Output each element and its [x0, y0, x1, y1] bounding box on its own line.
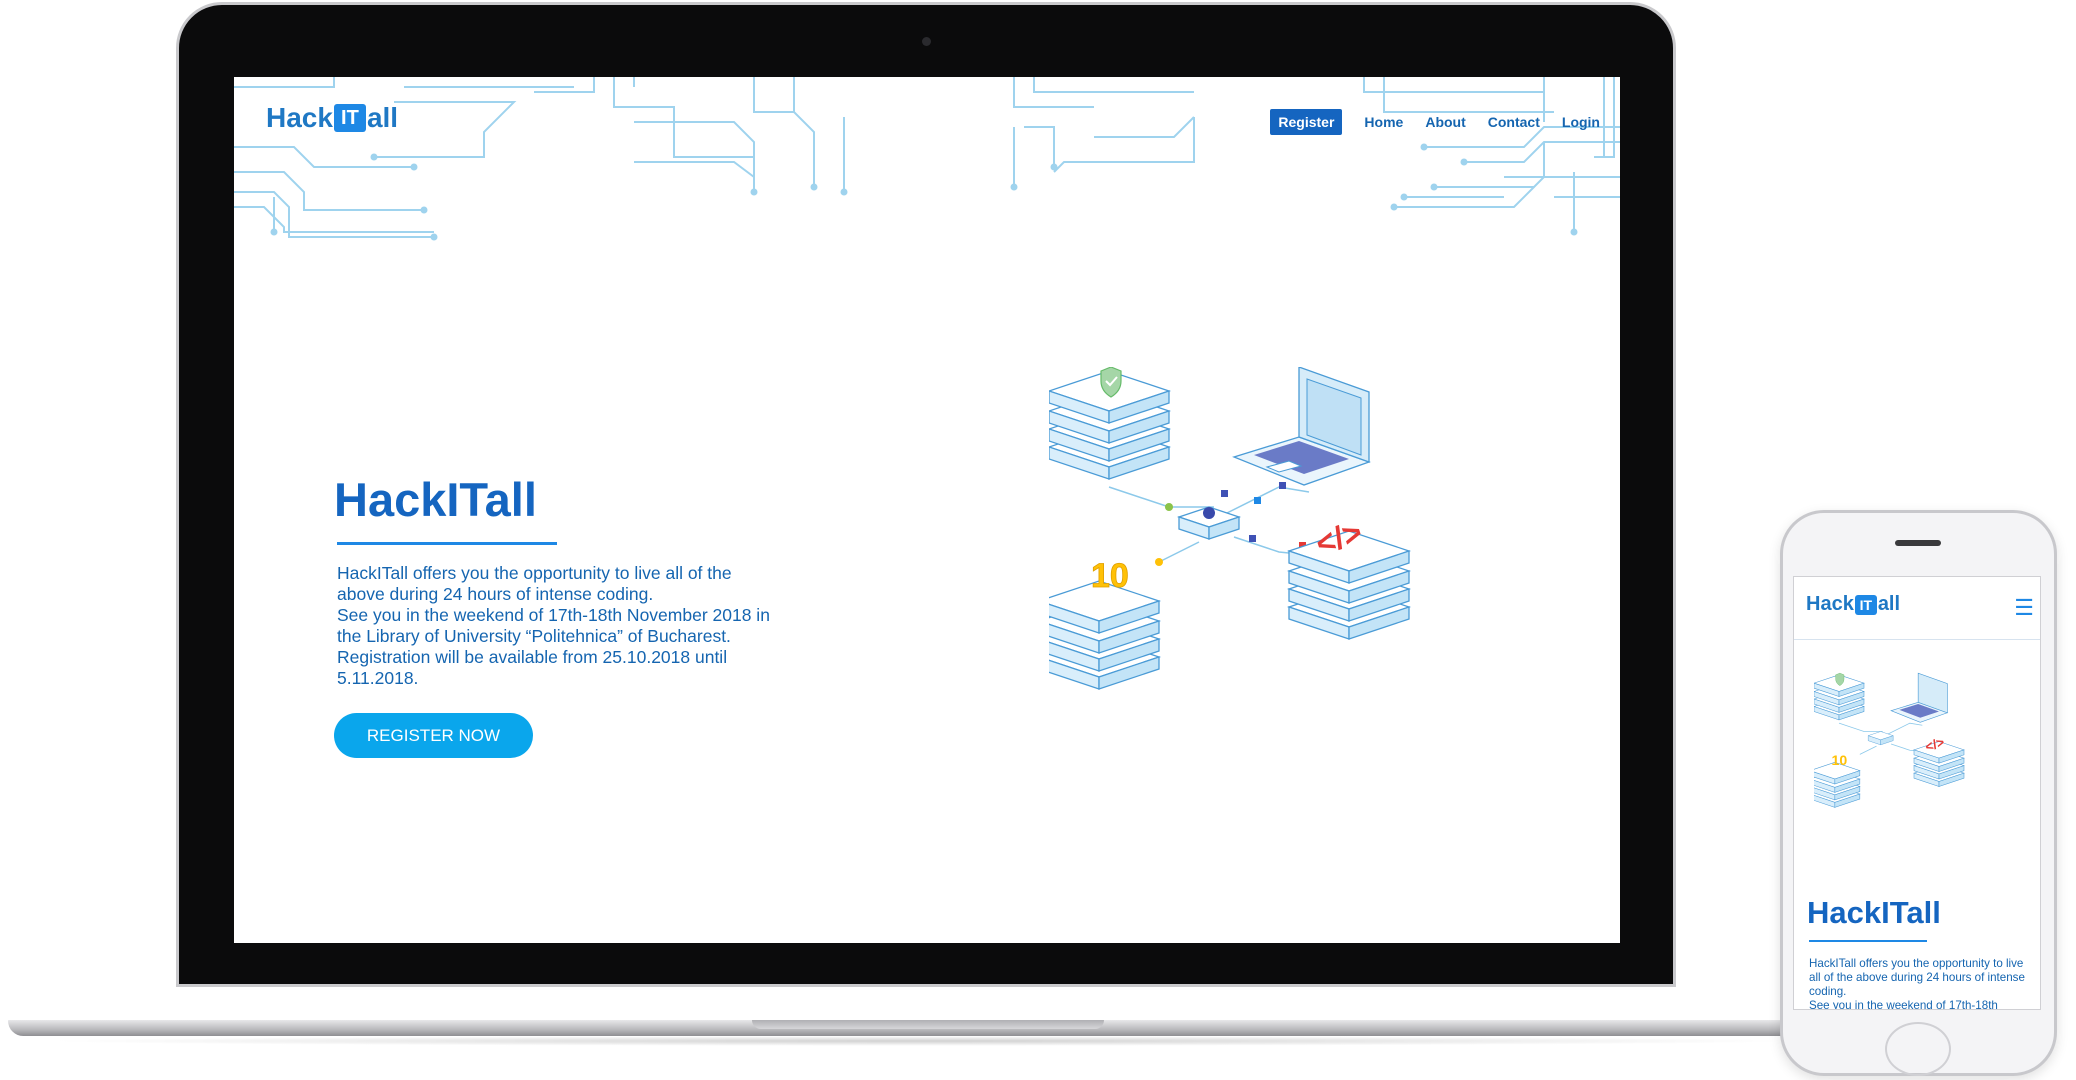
hero-description-line: Registration will be available from 25.1… — [337, 647, 728, 688]
nav-home-link[interactable]: Home — [1364, 114, 1403, 130]
site-logo[interactable]: Hack IT all — [266, 102, 398, 134]
desktop-screen: Hack IT all Register Home About Contact … — [234, 77, 1620, 943]
laptop-illustration — [1232, 367, 1371, 509]
mobile-hero-title: HackITall — [1807, 895, 1941, 930]
register-now-button[interactable]: REGISTER NOW — [334, 713, 533, 758]
logo-it-badge: IT — [1854, 594, 1877, 615]
nav-contact-link[interactable]: Contact — [1488, 114, 1540, 130]
mobile-site-logo[interactable]: Hack IT all — [1806, 593, 1900, 616]
circuit-decoration — [234, 77, 1620, 241]
phone-home-button — [1885, 1022, 1951, 1076]
laptop-shadow — [40, 1036, 1800, 1046]
logo-text-left: Hack — [266, 102, 333, 133]
phone-speaker — [1895, 540, 1941, 546]
mobile-title-underline — [1809, 940, 1927, 942]
hero-description-line: See you in the weekend of 17th-18th Nove… — [337, 605, 770, 646]
nav-about-link[interactable]: About — [1425, 114, 1465, 130]
nav-register-button[interactable]: Register — [1270, 109, 1343, 135]
hero-description-line: HackITall offers you the opportunity to … — [337, 563, 732, 604]
score-badge: 10 — [1091, 557, 1129, 595]
mobile-screen: Hack IT all ☰ 10 </> HackITall HackITall… — [1793, 576, 2041, 1010]
logo-text-left: Hack — [1806, 593, 1854, 615]
score-badge: 10 — [1832, 753, 1848, 769]
hero-description: HackITall offers you the opportunity to … — [337, 563, 777, 689]
mobile-hero-description: HackITall offers you the opportunity to … — [1809, 957, 2034, 1010]
nav-login-link[interactable]: Login — [1562, 114, 1600, 130]
logo-it-badge: IT — [333, 104, 366, 132]
hero-title-underline — [337, 542, 557, 545]
logo-text-right: all — [366, 102, 399, 133]
top-nav: Register Home About Contact Login — [1270, 109, 1600, 135]
logo-text-right: all — [1877, 593, 1901, 615]
hero-title: HackITall — [334, 473, 537, 526]
camera-icon — [922, 37, 931, 46]
mobile-illustration: 10 </> — [1814, 672, 1965, 808]
hamburger-icon[interactable]: ☰ — [2014, 595, 2034, 621]
hackathon-illustration: 10 </> — [1049, 367, 1410, 690]
mobile-description-line: See you in the weekend of 17th-18th — [1809, 999, 1998, 1010]
laptop-notch — [752, 1020, 1104, 1029]
mobile-description-line: HackITall offers you the opportunity to … — [1809, 957, 2025, 998]
